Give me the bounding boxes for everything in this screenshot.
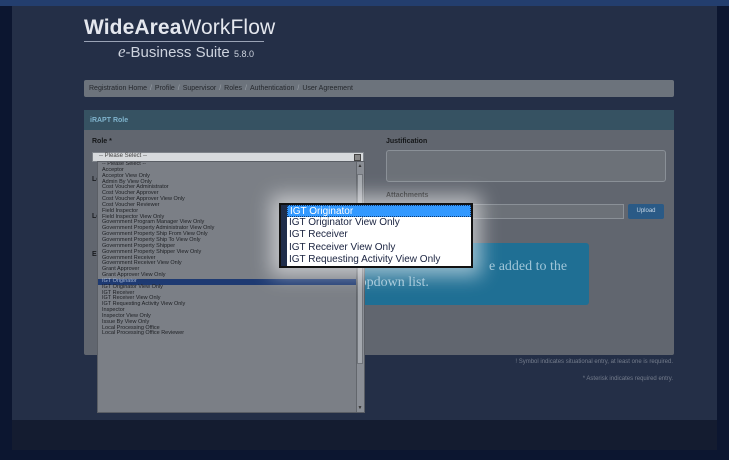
justification-label: Justification	[386, 138, 428, 145]
scroll-up-icon[interactable]: ▲	[356, 162, 364, 170]
magnified-option[interactable]: IGT Originator View Only	[289, 217, 400, 229]
scroll-down-icon[interactable]: ▼	[356, 404, 364, 412]
callout-text-line-1: e added to the	[489, 259, 568, 274]
magnified-option[interactable]: IGT Receiver	[289, 229, 348, 241]
nav-user-agreement[interactable]: User Agreement	[302, 85, 353, 92]
dropdown-option[interactable]: Local Processing Office Reviewer	[98, 331, 364, 337]
attachments-label: Attachments	[386, 192, 429, 199]
app-logo: WideAreaWorkFlow	[84, 16, 275, 42]
zoom-magnifier: IGT Originator IGT Originator View Only …	[279, 203, 473, 268]
situational-entry-note: ! Symbol indicates situational entry, at…	[515, 359, 673, 365]
role-select-value: -- Please Select --	[99, 153, 148, 159]
role-label: Role *	[92, 138, 112, 145]
nav-supervisor[interactable]: Supervisor	[183, 85, 216, 92]
panel-header: iRAPT Role	[84, 110, 674, 130]
nav-authentication[interactable]: Authentication	[250, 85, 294, 92]
magnified-option-selected[interactable]: IGT Originator	[287, 205, 471, 218]
footer-band	[12, 420, 717, 450]
nav-registration-home[interactable]: Registration Home	[89, 85, 147, 92]
chevron-down-icon[interactable]	[354, 154, 361, 161]
nav-roles[interactable]: Roles	[224, 85, 242, 92]
panel-title: iRAPT Role	[90, 116, 129, 124]
registration-nav: Registration Home / Profile / Supervisor…	[84, 80, 674, 97]
dropdown-scrollbar[interactable]: ▲ ▼	[356, 162, 364, 412]
role-dropdown-list[interactable]: -- Please Select -- Acceptor Acceptor Vi…	[97, 161, 365, 413]
product-name: e-Business Suite 5.8.0	[118, 42, 254, 61]
magnified-option[interactable]: IGT Requesting Activity View Only	[289, 254, 440, 266]
required-entry-note: * Asterisk indicates required entry.	[582, 376, 673, 382]
magnified-option[interactable]: IGT Receiver View Only	[289, 242, 395, 254]
upload-button[interactable]: Upload	[628, 204, 664, 219]
brand-wordmark: WideAreaWorkFlow	[84, 16, 276, 39]
version-number: 5.8.0	[233, 49, 254, 59]
nav-profile[interactable]: Profile	[155, 85, 175, 92]
justification-textarea[interactable]	[386, 150, 666, 182]
